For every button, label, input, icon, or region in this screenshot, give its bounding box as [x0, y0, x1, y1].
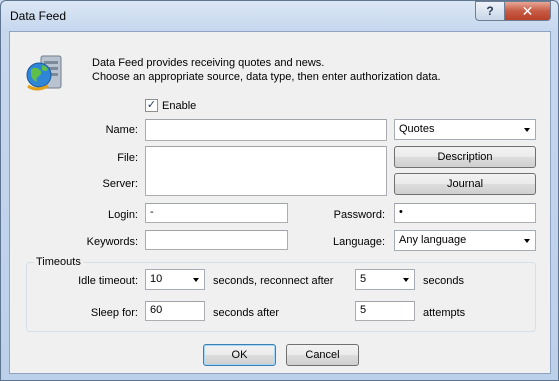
password-field[interactable]: • [394, 203, 536, 223]
idle-timeout-value: 10 [150, 273, 163, 285]
language-value: Any language [399, 234, 467, 246]
close-icon: ✕ [521, 2, 534, 19]
idle-timeout-select[interactable]: 10 [145, 269, 205, 290]
file-server-field[interactable] [145, 146, 387, 196]
seconds-after-label: seconds after [213, 307, 280, 319]
data-type-value: Quotes [399, 123, 435, 135]
reconnect-select[interactable]: 5 [355, 269, 415, 290]
chevron-down-icon [403, 278, 409, 282]
attempts-label: attempts [423, 307, 466, 319]
login-label: Login: [108, 209, 138, 221]
data-feed-server-globe-icon [26, 55, 62, 91]
name-field[interactable] [145, 119, 387, 141]
name-label: Name: [105, 124, 138, 136]
file-label: File: [117, 152, 138, 164]
language-select[interactable]: Any language [394, 230, 536, 251]
description-button[interactable]: Description [394, 146, 536, 168]
title-bar[interactable]: Data Feed ? ✕ [1, 1, 558, 31]
intro-text-line-1: Data Feed provides receiving quotes and … [92, 57, 325, 69]
enable-checkbox[interactable]: ✓ [145, 99, 158, 112]
journal-button[interactable]: Journal [394, 173, 536, 195]
language-label: Language: [333, 236, 385, 248]
window-title: Data Feed [10, 9, 67, 23]
data-feed-dialog: Data Feed ? ✕ Data Feed provides receivi… [0, 0, 559, 381]
login-field[interactable]: - [145, 203, 288, 223]
sleep-for-label: Sleep for: [90, 307, 138, 319]
password-label: Password: [333, 209, 385, 221]
chevron-down-icon [193, 278, 199, 282]
attempts-field[interactable]: 5 [355, 301, 415, 321]
close-button[interactable]: ✕ [504, 1, 551, 21]
idle-timeout-label: Idle timeout: [78, 275, 138, 287]
data-type-select[interactable]: Quotes [394, 119, 536, 140]
reconnect-unit-label: seconds [423, 275, 464, 287]
timeouts-title: Timeouts [34, 256, 83, 268]
sleep-for-field[interactable]: 60 [145, 301, 205, 321]
help-button[interactable]: ? [475, 1, 505, 21]
chevron-down-icon [524, 128, 530, 132]
keywords-field[interactable] [145, 230, 288, 250]
server-label: Server: [102, 178, 138, 190]
enable-label: Enable [162, 100, 197, 112]
dialog-body: Data Feed provides receiving quotes and … [9, 31, 551, 374]
ok-button[interactable]: OK [203, 344, 276, 366]
reconnect-value: 5 [360, 273, 367, 285]
intro-text-line-2: Choose an appropriate source, data type,… [92, 71, 441, 83]
timeouts-group [26, 262, 536, 332]
chevron-down-icon [524, 239, 530, 243]
help-icon: ? [486, 4, 494, 18]
cancel-button[interactable]: Cancel [286, 344, 359, 366]
keywords-label: Keywords: [86, 236, 138, 248]
checkmark-icon: ✓ [146, 99, 157, 111]
reconnect-label: seconds, reconnect after [213, 275, 334, 287]
